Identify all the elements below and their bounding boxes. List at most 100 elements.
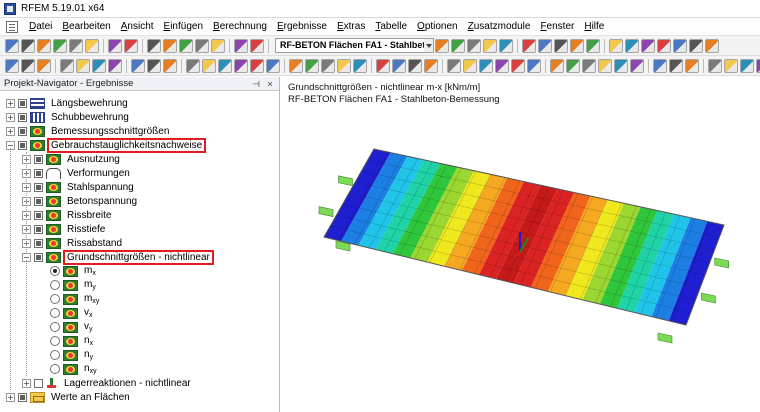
toolbar-tool-icon[interactable] [218,58,232,73]
menu-zusatzmodule[interactable]: Zusatzmodule [463,21,536,32]
toolbar-tool-icon[interactable] [598,58,612,73]
tree-node-rissbreite[interactable]: + Rissbreite [22,208,113,222]
toolbar-tool-icon[interactable] [724,58,738,73]
tree-node-werte-an-fl-chen[interactable]: + Werte an Flächen [6,390,132,404]
toolbar-tool-icon[interactable] [179,38,193,53]
visibility-checkbox[interactable] [34,210,43,220]
toolbar-tool-icon[interactable] [108,38,122,53]
tree-node-stahlspannung[interactable]: + Stahlspannung [22,180,136,194]
tree-node-grundschnittgr-en-nichtlinear[interactable]: − Grundschnittgrößen - nichtlinear [22,249,214,265]
visibility-checkbox[interactable] [34,224,43,234]
toolbar-tool-icon[interactable] [586,38,600,53]
tree-node-ausnutzung[interactable]: + Ausnutzung [22,152,122,166]
toolbar-tool-icon[interactable] [37,58,51,73]
toolbar-tool-icon[interactable] [554,38,568,53]
visibility-checkbox[interactable] [18,126,27,136]
tree-node-risstiefe[interactable]: + Risstiefe [22,222,107,236]
toolbar-tool-icon[interactable] [163,58,177,73]
toolbar-tool-icon[interactable] [92,58,106,73]
toolbar-tool-icon[interactable] [186,58,200,73]
tree-node-gebrauchstauglichkeitsnachweise[interactable]: − Gebrauchstauglichkeitsnachweise [6,137,207,153]
menu-berechnung[interactable]: Berechnung [208,21,272,32]
result-option-mx[interactable]: mx [50,264,98,278]
menu-ansicht[interactable]: Ansicht [116,21,159,32]
toolbar-tool-icon[interactable] [451,38,465,53]
menu-optionen[interactable]: Optionen [412,21,463,32]
toolbar-tool-icon[interactable] [705,38,719,53]
toolbar-tool-icon[interactable] [5,58,19,73]
toolbar-tool-icon[interactable] [37,38,51,53]
toolbar-tool-icon[interactable] [21,58,35,73]
toolbar-tool-icon[interactable] [211,38,225,53]
menu-ergebnisse[interactable]: Ergebnisse [272,21,332,32]
toolbar-tool-icon[interactable] [625,38,639,53]
toolbar-tool-icon[interactable] [21,38,35,53]
toolbar-tool-icon[interactable] [538,38,552,53]
toolbar-tool-icon[interactable] [483,38,497,53]
toolbar-tool-icon[interactable] [60,58,74,73]
expand-icon[interactable]: + [6,112,15,122]
toolbar-tool-icon[interactable] [234,38,248,53]
chevron-down-icon[interactable] [424,38,434,53]
visibility-checkbox[interactable] [34,168,43,178]
toolbar-tool-icon[interactable] [756,58,760,73]
tree-node-rissabstand[interactable]: + Rissabstand [22,236,124,250]
toolbar-tool-icon[interactable] [408,58,422,73]
expand-icon[interactable]: + [6,98,15,108]
result-option-mxy[interactable]: mxy [50,292,101,306]
menu-datei[interactable]: Datei [24,21,57,32]
toolbar-tool-icon[interactable] [435,38,449,53]
toolbar-tool-icon[interactable] [392,58,406,73]
toolbar-tool-icon[interactable] [321,58,335,73]
toolbar-tool-icon[interactable] [305,58,319,73]
toolbar-tool-icon[interactable] [495,58,509,73]
result-option-vx[interactable]: vx [50,306,95,320]
visibility-checkbox[interactable] [34,182,43,192]
radio-button[interactable] [50,308,60,318]
tree-node-schubbewehrung[interactable]: + Schubbewehrung [6,110,131,124]
toolbar-tool-icon[interactable] [689,38,703,53]
toolbar-tool-icon[interactable] [195,38,209,53]
toolbar-tool-icon[interactable] [479,58,493,73]
toolbar-tool-icon[interactable] [69,38,83,53]
result-option-nxy[interactable]: nxy [50,362,99,376]
module-combo[interactable]: RF-BETON Flächen FA1 - Stahlbeton-Be [275,38,425,53]
toolbar-tool-icon[interactable] [53,38,67,53]
toolbar-tool-icon[interactable] [337,58,351,73]
toolbar-tool-icon[interactable] [147,58,161,73]
tree-node-l-ngsbewehrung[interactable]: + Längsbewehrung [6,96,130,110]
visibility-checkbox[interactable] [34,378,43,388]
toolbar-tool-icon[interactable] [740,58,754,73]
tree-node-betonspannung[interactable]: + Betonspannung [22,194,139,208]
pin-icon[interactable]: ⊣ [251,79,261,89]
expand-icon[interactable]: + [22,378,31,388]
toolbar-tool-icon[interactable] [657,38,671,53]
toolbar-tool-icon[interactable] [250,38,264,53]
toolbar-tool-icon[interactable] [708,58,722,73]
toolbar-tool-icon[interactable] [641,38,655,53]
toolbar-tool-icon[interactable] [669,58,683,73]
tree-node-lagerreaktionen-nichtlinear[interactable]: + Lagerreaktionen - nichtlinear [22,376,193,390]
radio-button[interactable] [50,364,60,374]
graphics-view[interactable]: Grundschnittgrößen - nichtlinear m-x [kN… [284,77,760,412]
toolbar-tool-icon[interactable] [250,58,264,73]
result-option-my[interactable]: my [50,278,98,292]
toolbar-tool-icon[interactable] [550,58,564,73]
toolbar-tool-icon[interactable] [353,58,367,73]
toolbar-tool-icon[interactable] [609,38,623,53]
toolbar-tool-icon[interactable] [234,58,248,73]
expand-icon[interactable]: + [6,392,15,402]
toolbar-tool-icon[interactable] [76,58,90,73]
toolbar-tool-icon[interactable] [463,58,477,73]
toolbar-tool-icon[interactable] [108,58,122,73]
visibility-checkbox[interactable] [18,112,27,122]
toolbar-tool-icon[interactable] [653,58,667,73]
toolbar-tool-icon[interactable] [424,58,438,73]
toolbar-tool-icon[interactable] [131,58,145,73]
toolbar-tool-icon[interactable] [570,38,584,53]
toolbar-tool-icon[interactable] [467,38,481,53]
visibility-checkbox[interactable] [34,154,43,164]
toolbar-tool-icon[interactable] [85,38,99,53]
expand-icon[interactable]: + [6,126,15,136]
toolbar-tool-icon[interactable] [266,58,280,73]
